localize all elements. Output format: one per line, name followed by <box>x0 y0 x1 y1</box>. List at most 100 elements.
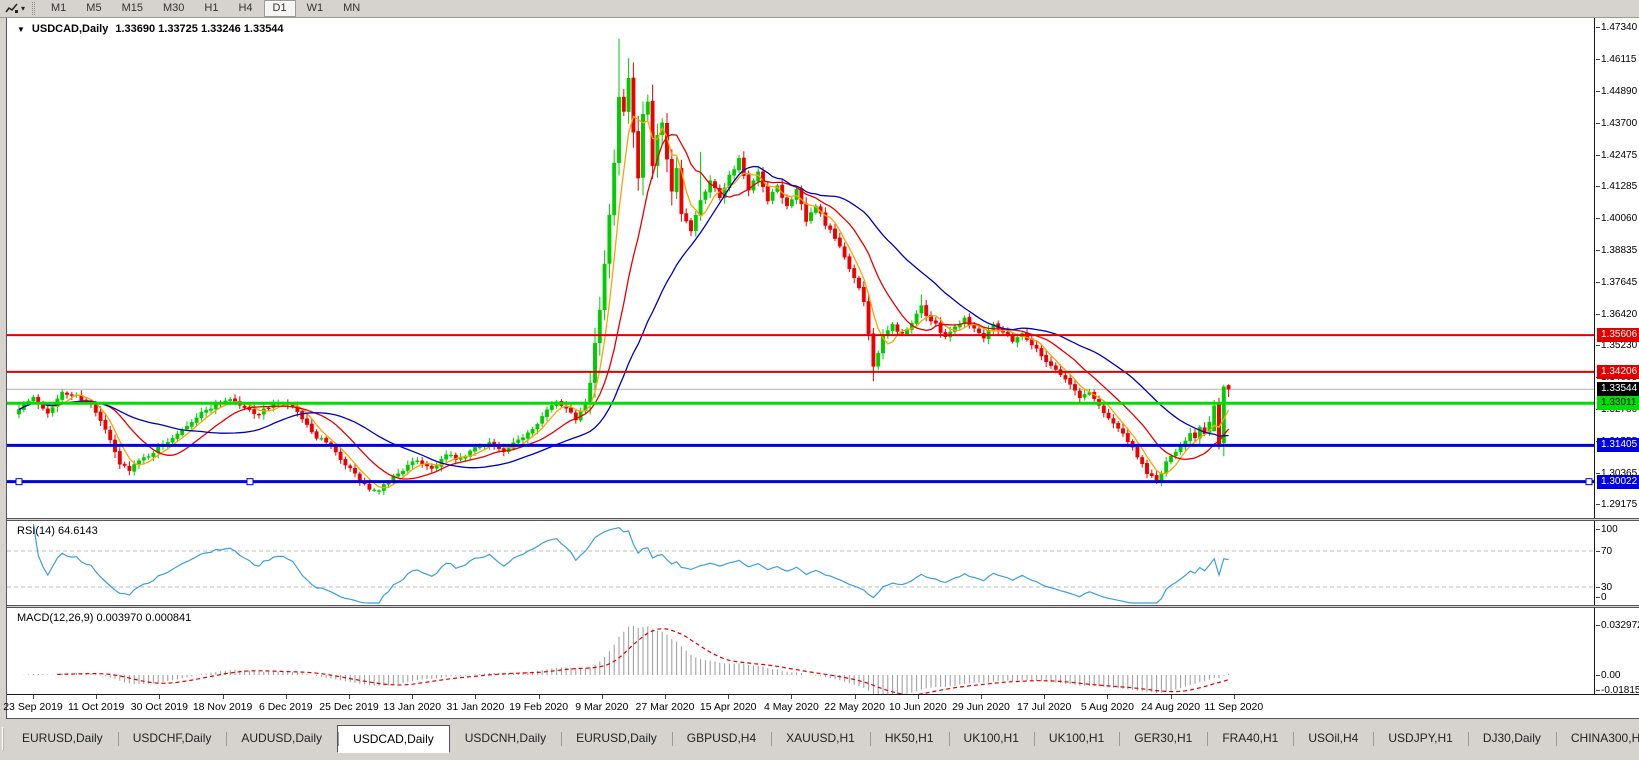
price-badge-1.33544: 1.33544 <box>1597 382 1639 396</box>
macd-axis[interactable]: 0.0329720.00-0.018154 <box>1596 608 1639 694</box>
macd-tick-mark <box>1596 690 1600 691</box>
rsi-line <box>33 524 1228 603</box>
date-tick-mark <box>918 695 919 699</box>
chart-tab-eurusd-daily[interactable]: EURUSD,Daily <box>7 726 118 751</box>
price-badge-1.30022: 1.30022 <box>1597 475 1639 489</box>
chart-tab-uk100-h1[interactable]: UK100,H1 <box>949 726 1034 751</box>
rsi-label: RSI(14) 64.6143 <box>17 525 98 537</box>
price-badge-1.31405: 1.31405 <box>1597 438 1639 452</box>
chart-tab-usdjpy-h1[interactable]: USDJPY,H1 <box>1373 726 1467 751</box>
price-chart-canvas[interactable] <box>7 18 1595 518</box>
date-tick-mark <box>1171 695 1172 699</box>
timeframe-button-m30[interactable]: M30 <box>154 0 193 17</box>
toolbar-grip[interactable] <box>32 2 35 15</box>
price-tick-label: 1.37645 <box>1601 277 1637 288</box>
timeframe-button-mn[interactable]: MN <box>334 0 369 17</box>
date-label: 10 Jun 2020 <box>889 701 947 713</box>
hline-handle[interactable] <box>16 479 22 485</box>
tab-bar-grip[interactable] <box>2 727 4 751</box>
rsi-tick-mark <box>1596 597 1600 598</box>
chart-tab-china300-h1[interactable]: CHINA300,H1 <box>1556 726 1639 751</box>
date-tick-mark <box>1107 695 1108 699</box>
date-label: 11 Oct 2019 <box>68 701 124 713</box>
price-axis[interactable]: 1.473401.461151.448901.437001.424751.412… <box>1596 18 1639 518</box>
chart-tab-ger30-h1[interactable]: GER30,H1 <box>1119 726 1207 751</box>
timeframe-button-h4[interactable]: H4 <box>229 0 261 17</box>
price-tick-mark <box>1596 282 1600 283</box>
date-tick-mark <box>33 695 34 699</box>
chart-tab-hk50-h1[interactable]: HK50,H1 <box>870 726 949 751</box>
timeframe-button-h1[interactable]: H1 <box>195 0 227 17</box>
chart-window: 1.473401.461151.448901.437001.424751.412… <box>6 18 1639 719</box>
rsi-tick-label: 0 <box>1601 592 1607 603</box>
rsi-tick-mark <box>1596 529 1600 530</box>
macd-tick-label: 0.00 <box>1601 670 1620 681</box>
date-tick-mark <box>855 695 856 699</box>
chart-dropdown-icon[interactable]: ▼ <box>17 25 25 34</box>
date-label: 9 Mar 2020 <box>575 701 628 713</box>
date-tick-mark <box>1234 695 1235 699</box>
price-tick-label: 1.40060 <box>1601 213 1637 224</box>
chart-tab-audusd-daily[interactable]: AUDUSD,Daily <box>226 726 337 751</box>
chart-tab-eurusd-daily[interactable]: EURUSD,Daily <box>561 726 672 751</box>
rsi-tick-label: 70 <box>1601 546 1612 557</box>
date-tick-mark <box>728 695 729 699</box>
price-tick-mark <box>1596 504 1600 505</box>
timeframe-button-m15[interactable]: M15 <box>113 0 152 17</box>
timeframe-button-m5[interactable]: M5 <box>77 0 110 17</box>
price-tick-label: 1.44890 <box>1601 86 1637 97</box>
date-tick-mark <box>159 695 160 699</box>
date-label: 19 Feb 2020 <box>509 701 568 713</box>
date-axis[interactable]: 23 Sep 201911 Oct 201930 Oct 201918 Nov … <box>7 694 1639 718</box>
chart-tab-gbpusd-h4[interactable]: GBPUSD,H4 <box>672 726 771 751</box>
date-label: 13 Jan 2020 <box>383 701 441 713</box>
timeframe-button-w1[interactable]: W1 <box>298 0 333 17</box>
timeframe-button-d1[interactable]: D1 <box>264 0 296 17</box>
date-tick-mark <box>475 695 476 699</box>
price-tick-label: 1.38835 <box>1601 245 1637 256</box>
chart-tab-dj30-daily[interactable]: DJ30,Daily <box>1468 726 1556 751</box>
chart-cursor-icon <box>5 3 19 15</box>
date-tick-mark <box>223 695 224 699</box>
date-label: 11 Sep 2020 <box>1204 701 1263 713</box>
price-tick-label: 1.42475 <box>1601 150 1637 161</box>
date-label: 22 May 2020 <box>824 701 885 713</box>
chart-tab-usoil-h4[interactable]: USOil,H4 <box>1293 726 1373 751</box>
rsi-tick-mark <box>1596 551 1600 552</box>
hline-handle[interactable] <box>247 479 253 485</box>
timeframe-buttons: M1M5M15M30H1H4D1W1MN <box>41 0 370 18</box>
date-tick-mark <box>665 695 666 699</box>
rsi-canvas[interactable] <box>7 521 1595 605</box>
chart-tab-usdchf-daily[interactable]: USDCHF,Daily <box>118 726 227 751</box>
date-label: 4 May 2020 <box>764 701 819 713</box>
main-chart-pane: 1.473401.461151.448901.437001.424751.412… <box>7 18 1639 518</box>
timeframe-button-m1[interactable]: M1 <box>42 0 75 17</box>
chart-tab-fra40-h1[interactable]: FRA40,H1 <box>1207 726 1293 751</box>
macd-tick-mark <box>1596 625 1600 626</box>
date-tick-mark <box>286 695 287 699</box>
hline-handle[interactable] <box>1586 479 1592 485</box>
macd-pane: 0.0329720.00-0.018154 MACD(12,26,9) 0.00… <box>7 608 1639 694</box>
date-label: 27 Mar 2020 <box>636 701 695 713</box>
chevron-down-icon: ▾ <box>21 4 25 13</box>
macd-canvas[interactable] <box>7 608 1595 694</box>
macd-histogram <box>19 626 1229 694</box>
chart-tab-bar: EURUSD,DailyUSDCHF,DailyAUDUSD,DailyUSDC… <box>0 723 1639 760</box>
price-tick-mark <box>1596 250 1600 251</box>
chart-title: ▼ USDCAD,Daily 1.33690 1.33725 1.33246 1… <box>17 23 284 35</box>
chart-tab-usdcnh-daily[interactable]: USDCNH,Daily <box>450 726 561 751</box>
chart-tab-usdcad-daily[interactable]: USDCAD,Daily <box>337 725 450 753</box>
chart-tab-xauusd-h1[interactable]: XAUUSD,H1 <box>771 726 870 751</box>
chart-tool-button[interactable]: ▾ <box>0 1 28 17</box>
date-label: 23 Sep 2019 <box>3 701 63 713</box>
price-badge-1.35606: 1.35606 <box>1597 328 1639 342</box>
price-tick-label: 1.46115 <box>1601 54 1636 65</box>
bull-candle-wicks <box>19 39 1224 495</box>
price-tick-label: 1.43700 <box>1601 118 1637 129</box>
rsi-axis[interactable]: 10070300 <box>1596 521 1639 605</box>
chart-tab-uk100-h1[interactable]: UK100,H1 <box>1034 726 1119 751</box>
price-tick-label: 1.29175 <box>1601 499 1637 510</box>
price-tick-mark <box>1596 186 1600 187</box>
price-tick-mark <box>1596 59 1600 60</box>
date-label: 31 Jan 2020 <box>446 701 504 713</box>
